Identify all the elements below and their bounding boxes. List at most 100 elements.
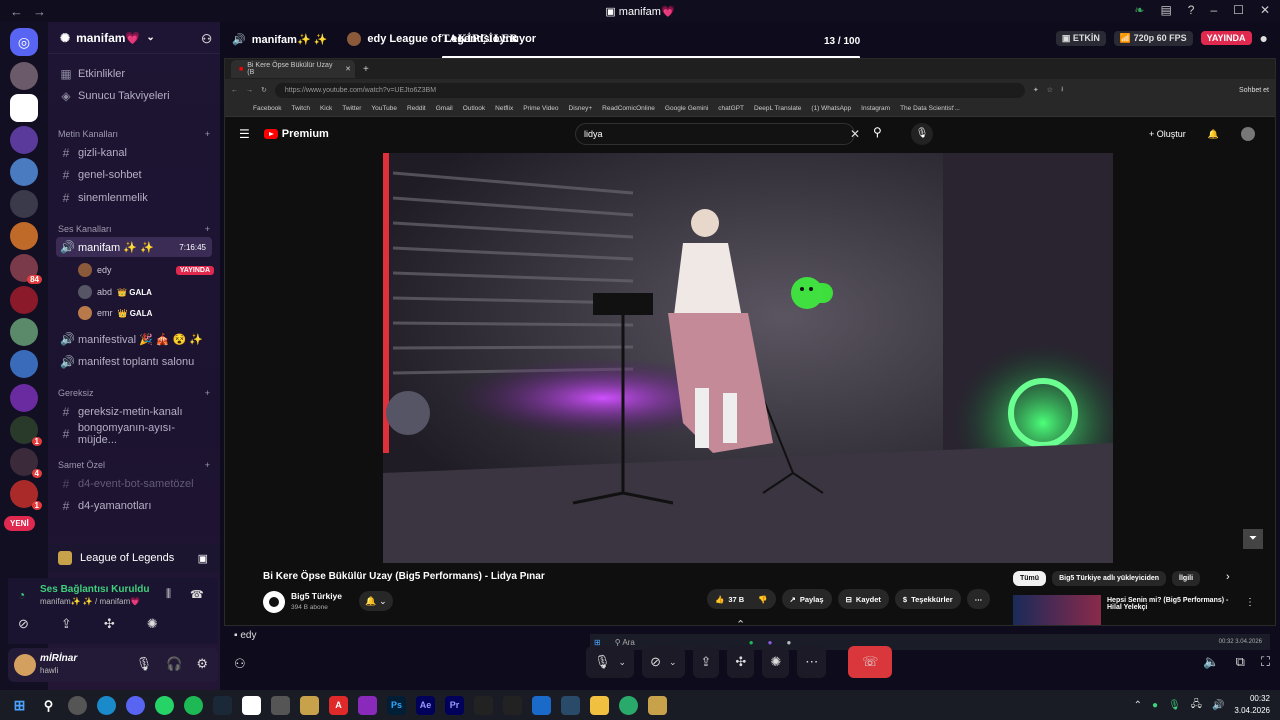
inbox-icon[interactable]: ▤ xyxy=(1160,3,1171,17)
app-icon[interactable] xyxy=(561,695,580,715)
avatar[interactable] xyxy=(14,654,36,676)
bookmark-item[interactable]: Facebook xyxy=(253,105,282,112)
screen-share-icon[interactable]: ▣ xyxy=(198,552,208,565)
channel-item[interactable]: # d4-event-bot-sametözel xyxy=(56,474,212,494)
category-voice[interactable]: Ses Kanalları + xyxy=(58,224,210,234)
bookmark-item[interactable]: Disney+ xyxy=(569,105,593,112)
server-icon[interactable] xyxy=(10,158,38,186)
bookmark-item[interactable]: DeepL Translate xyxy=(754,105,801,112)
edge-icon[interactable] xyxy=(619,695,638,715)
more-vert-icon[interactable]: ⋮ xyxy=(1245,597,1255,608)
discord-icon[interactable] xyxy=(126,695,145,715)
avatar[interactable] xyxy=(1241,127,1255,141)
chip-related[interactable]: İlgili xyxy=(1172,571,1201,586)
create-button[interactable]: + Oluştur xyxy=(1149,129,1186,139)
share-screen-icon[interactable]: ⇪ xyxy=(61,616,72,632)
bookmark-item[interactable]: Kick xyxy=(320,105,332,112)
like-button[interactable]: 👍 37 B 👎 xyxy=(707,589,776,609)
search-input[interactable]: lidya ✕ xyxy=(575,123,860,145)
quality-badge[interactable]: 📶 720p 60 FPS xyxy=(1113,30,1193,46)
bookmark-item[interactable]: Prime Video xyxy=(523,105,558,112)
chevron-right-icon[interactable]: › xyxy=(1226,571,1230,586)
leaf-icon[interactable]: ❧ xyxy=(1134,3,1144,17)
channel-item[interactable]: # genel-sohbet xyxy=(56,165,212,185)
bookmark-item[interactable]: (1) WhatsApp xyxy=(811,105,851,112)
more-button[interactable]: ⋯ xyxy=(966,589,991,609)
browser-tab[interactable]: ■ Bi Kere Öpse Bükülür Uzay (B ✕ xyxy=(231,60,355,78)
bookmark-item[interactable]: chatGPT xyxy=(718,105,744,112)
bookmark-item[interactable]: The Data Scientist'... xyxy=(900,105,960,112)
activities-button[interactable]: ✣ xyxy=(727,646,755,678)
windows-start-icon[interactable]: ⊞ xyxy=(10,696,29,715)
channel-item[interactable]: # gereksiz-metin-kanalı xyxy=(56,402,212,422)
close-button[interactable]: ✕ xyxy=(1260,3,1270,17)
popout-icon[interactable]: ⧉ xyxy=(1236,654,1245,670)
leave-call-button[interactable]: ☏ xyxy=(848,646,893,678)
after-effects-icon[interactable]: Ae xyxy=(416,695,435,715)
tray-icon[interactable]: ● xyxy=(1152,700,1158,711)
voice-channel[interactable]: 🔊 manifest toplantı salonu xyxy=(56,352,212,372)
bookmark-item[interactable]: Netflix xyxy=(495,105,513,112)
voice-channel[interactable]: 🔊 manifestival 🎉 🎪 😵 ✨ xyxy=(56,329,212,349)
app-icon[interactable] xyxy=(503,695,522,715)
server-icon[interactable] xyxy=(10,62,38,90)
voice-user[interactable]: emr 👑 GALA xyxy=(78,304,152,322)
server-icon[interactable]: 4 xyxy=(10,448,42,478)
volume-icon[interactable]: 🔈 xyxy=(1203,654,1219,670)
bookmark-item[interactable]: ReadComicOnline xyxy=(602,105,655,112)
app-icon[interactable] xyxy=(532,695,551,715)
tray-icon[interactable]: 🎙 xyxy=(1168,700,1181,711)
app-icon[interactable] xyxy=(242,695,261,715)
channel-item[interactable]: # d4-yamanotları xyxy=(56,496,212,516)
channel-name[interactable]: Big5 Türkiye xyxy=(291,591,342,601)
search-icon[interactable]: ⚲ xyxy=(39,696,58,715)
microphone-icon[interactable]: 🎙 xyxy=(911,123,933,145)
more-button[interactable]: ⋯ xyxy=(797,646,827,678)
chat-button[interactable]: Sohbet et xyxy=(1239,87,1269,94)
edge-icon[interactable] xyxy=(97,695,116,715)
search-icon[interactable]: ⚲ xyxy=(873,125,882,139)
channel-item[interactable]: # bongomyanın-ayısı-müjde... xyxy=(56,422,212,446)
whatsapp-icon[interactable] xyxy=(155,695,174,715)
server-icon[interactable] xyxy=(10,222,38,250)
soundboard-button[interactable]: ✺ xyxy=(762,646,790,678)
reload-icon[interactable]: ↻ xyxy=(261,86,267,94)
premiere-icon[interactable]: Pr xyxy=(445,695,464,715)
server-icon[interactable] xyxy=(10,318,38,346)
bookmark-item[interactable]: Twitch xyxy=(292,105,310,112)
app-icon[interactable] xyxy=(300,695,319,715)
thumbs-down-icon[interactable]: 👎 xyxy=(758,595,767,604)
photoshop-icon[interactable]: Ps xyxy=(387,695,406,715)
bell-icon[interactable]: 🔔 ⌄ xyxy=(359,591,393,611)
bookmark-item[interactable]: Google Gemini xyxy=(665,105,708,112)
minimize-button[interactable]: – xyxy=(1210,3,1217,17)
server-header[interactable]: ✺ manifam💗 ⌄ ⚇ xyxy=(48,22,220,54)
channel-item[interactable]: # sinemlenmelik xyxy=(56,188,212,208)
star-icon[interactable]: ☆ xyxy=(1047,86,1053,94)
league-icon[interactable] xyxy=(648,695,667,715)
chat-bubble-icon[interactable]: ● xyxy=(1260,30,1268,46)
bell-icon[interactable]: 🔔 xyxy=(1208,129,1219,140)
download-icon[interactable]: ⭳ xyxy=(1061,85,1063,96)
add-people-icon[interactable]: ⚇ xyxy=(201,32,212,46)
chevron-up-icon[interactable]: ⌃ xyxy=(736,618,745,631)
youtube-logo[interactable]: Premium xyxy=(263,128,329,140)
add-channel-icon[interactable]: + xyxy=(205,460,210,470)
network-icon[interactable]: 🖧 xyxy=(1191,697,1202,714)
server-icon[interactable]: 1 xyxy=(10,480,42,510)
camera-button[interactable]: ⊘ ⌄ xyxy=(642,646,685,678)
new-tab-icon[interactable]: + xyxy=(363,64,369,75)
video-player[interactable] xyxy=(383,153,1113,563)
close-icon[interactable]: ✕ xyxy=(345,65,351,73)
capcut-icon[interactable] xyxy=(474,695,493,715)
taskbar-clock[interactable]: 00:32 3.04.2026 xyxy=(1234,693,1270,717)
share-screen-button[interactable]: ⇪ xyxy=(692,646,720,678)
chip-all[interactable]: Tümü xyxy=(1013,571,1047,586)
category-samet[interactable]: Samet Özel + xyxy=(58,460,210,470)
recommended-video[interactable]: Hepsi Senin mi? (Big5 Performans) - Hila… xyxy=(1013,595,1255,625)
category-text[interactable]: Metin Kanalları + xyxy=(58,129,210,139)
channel-item[interactable]: # gizli-kanal xyxy=(56,143,212,163)
discord-home-icon[interactable]: ◎ xyxy=(10,28,38,56)
bookmark-item[interactable]: Gmail xyxy=(436,105,453,112)
disconnect-icon[interactable]: ☎ xyxy=(190,588,204,601)
